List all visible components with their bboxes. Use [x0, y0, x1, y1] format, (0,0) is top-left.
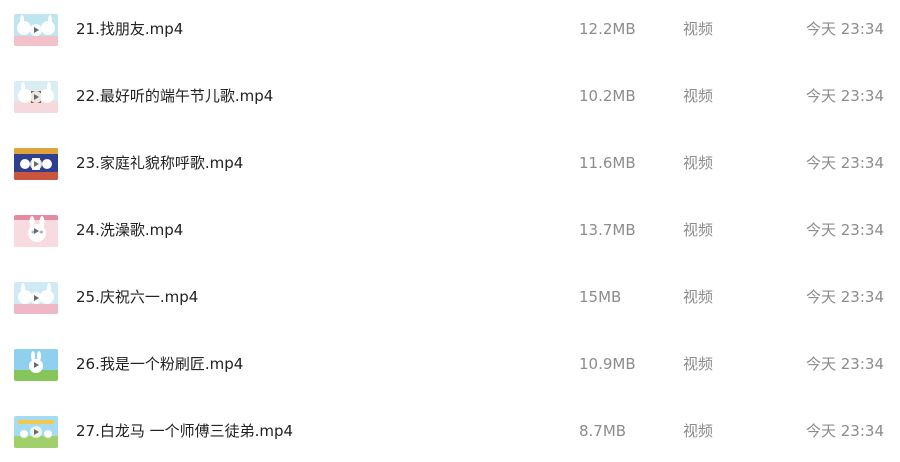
file-size: 13.7MB [579, 221, 636, 239]
file-size: 10.9MB [579, 355, 636, 373]
file-modified-time: 今天 23:34 [806, 422, 884, 440]
file-name[interactable]: 27.白龙马 一个师傅三徒弟.mp4 [76, 421, 293, 441]
file-row[interactable]: 24.洗澡歌.mp4 13.7MB 视频 今天 23:34 [0, 201, 900, 261]
file-modified-time: 今天 23:34 [806, 154, 884, 172]
file-row[interactable]: 25.庆祝六一.mp4 15MB 视频 今天 23:34 [0, 268, 900, 328]
file-type: 视频 [683, 154, 714, 172]
video-thumbnail-icon[interactable] [14, 416, 58, 448]
file-row[interactable]: 23.家庭礼貌称呼歌.mp4 11.6MB 视频 今天 23:34 [0, 134, 900, 194]
video-thumbnail-icon[interactable] [14, 148, 58, 180]
file-type: 视频 [683, 355, 714, 373]
file-size: 11.6MB [579, 154, 636, 172]
file-name[interactable]: 24.洗澡歌.mp4 [76, 220, 183, 240]
video-thumbnail-icon[interactable] [14, 282, 58, 314]
video-thumbnail-icon[interactable] [14, 14, 58, 46]
video-thumbnail-icon[interactable] [14, 215, 58, 247]
file-type: 视频 [683, 20, 714, 38]
file-name[interactable]: 26.我是一个粉刷匠.mp4 [76, 354, 243, 374]
file-size: 8.7MB [579, 422, 627, 440]
file-row[interactable]: 27.白龙马 一个师傅三徒弟.mp4 8.7MB 视频 今天 23:34 [0, 402, 900, 462]
video-thumbnail-icon[interactable] [14, 81, 58, 113]
file-modified-time: 今天 23:34 [806, 221, 884, 239]
video-thumbnail-icon[interactable] [14, 349, 58, 381]
file-modified-time: 今天 23:34 [806, 288, 884, 306]
file-row[interactable]: 26.我是一个粉刷匠.mp4 10.9MB 视频 今天 23:34 [0, 335, 900, 395]
file-row[interactable]: 22.最好听的端午节儿歌.mp4 10.2MB 视频 今天 23:34 [0, 67, 900, 127]
file-modified-time: 今天 23:34 [806, 87, 884, 105]
file-row[interactable]: 21.找朋友.mp4 12.2MB 视频 今天 23:34 [0, 0, 900, 60]
file-list: 21.找朋友.mp4 12.2MB 视频 今天 23:34 22.最好听的端午节… [0, 0, 900, 455]
file-size: 12.2MB [579, 20, 636, 38]
file-size: 10.2MB [579, 87, 636, 105]
file-type: 视频 [683, 221, 714, 239]
file-modified-time: 今天 23:34 [806, 20, 884, 38]
file-type: 视频 [683, 87, 714, 105]
file-type: 视频 [683, 288, 714, 306]
file-name[interactable]: 25.庆祝六一.mp4 [76, 287, 198, 307]
file-name[interactable]: 22.最好听的端午节儿歌.mp4 [76, 86, 273, 106]
file-type: 视频 [683, 422, 714, 440]
file-size: 15MB [579, 288, 622, 306]
file-modified-time: 今天 23:34 [806, 355, 884, 373]
file-name[interactable]: 23.家庭礼貌称呼歌.mp4 [76, 153, 243, 173]
file-name[interactable]: 21.找朋友.mp4 [76, 19, 183, 39]
